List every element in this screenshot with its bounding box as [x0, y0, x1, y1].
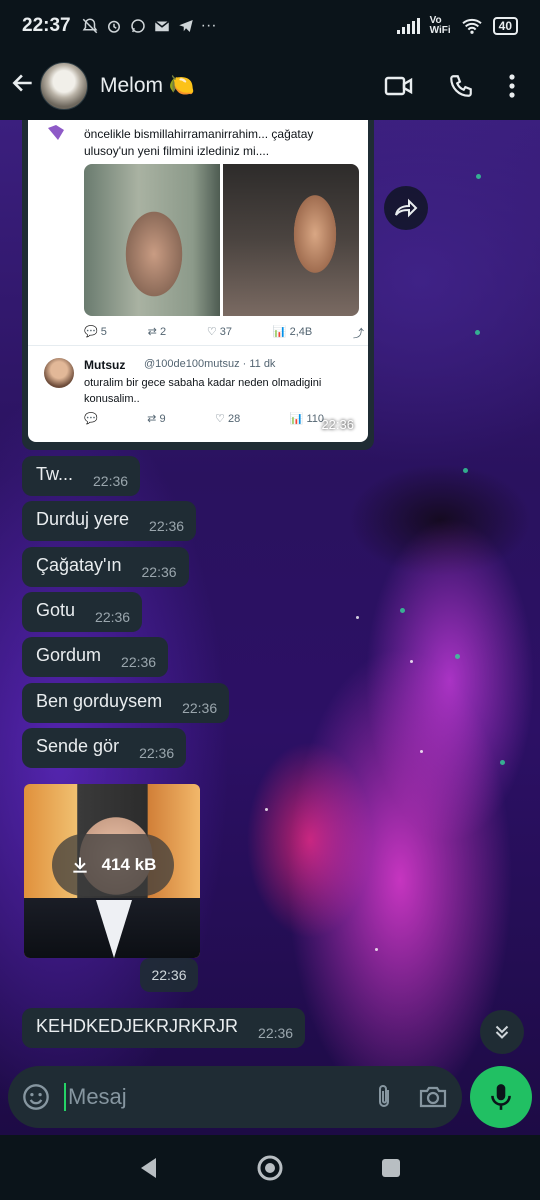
tweet-screenshot: öncelikle bismillahirramanirrahim... çağ… [28, 120, 368, 442]
wifi-label: WiFi [429, 25, 451, 36]
message-text: KEHDKEDJEKRJRKRJR [36, 1016, 239, 1036]
mute-bell-icon [82, 18, 98, 34]
chat-header: Melom 🍋 [0, 52, 540, 120]
volte-wifi-label: Vo WiFi [430, 16, 451, 36]
reply-retweet-count: ⇄ 9 [147, 413, 166, 425]
video-call-icon[interactable] [384, 74, 414, 98]
reply-reply-icon: 💬 [84, 413, 98, 425]
scroll-to-bottom-button[interactable] [480, 1010, 524, 1054]
reply-avatar [44, 358, 74, 388]
reply-like-count: ♡ 28 [215, 413, 241, 425]
view-count: 📊 2,4B [272, 326, 313, 338]
download-button[interactable]: 414 kB [52, 834, 174, 896]
message-time: 22:36 [141, 564, 177, 580]
message-input[interactable]: Mesaj [64, 1083, 350, 1111]
tweet-divider [28, 345, 368, 346]
status-time: 22:37 [22, 15, 71, 36]
contact-avatar[interactable] [40, 62, 88, 110]
message-bubble[interactable]: Gotu 22:36 [22, 592, 143, 632]
forward-button[interactable] [384, 186, 428, 230]
message-time: 22:36 [258, 1025, 294, 1041]
like-count-value: 37 [219, 326, 233, 338]
message-text: Durduj yere [36, 509, 130, 529]
reply-author-handle: @100de100mutsuz · 11 dk [144, 358, 276, 370]
reply-retweet-value: 9 [159, 413, 166, 425]
message-text: Gotu [36, 600, 76, 620]
download-size: 414 kB [101, 855, 157, 874]
reply-like-value: 28 [227, 413, 241, 425]
more-notifications-icon: ··· [200, 17, 217, 34]
retweet-count-value: 2 [159, 326, 167, 338]
battery-indicator: 40 [492, 17, 518, 35]
alarm-icon [107, 20, 120, 33]
voice-call-icon[interactable] [448, 73, 474, 99]
nav-home-icon[interactable] [256, 1154, 284, 1182]
forward-icon [395, 198, 418, 218]
message-bubble[interactable]: Çağatay'ın 22:36 [22, 547, 189, 587]
message-bubble[interactable]: Durduj yere 22:36 [22, 501, 197, 541]
download-icon [72, 857, 87, 873]
reply-author-name: Mutsuz [84, 358, 126, 372]
double-chevron-down-icon [495, 1025, 509, 1039]
message-time: 22:36 [140, 958, 198, 992]
contact-name[interactable]: Melom 🍋 [100, 74, 195, 98]
wifi-icon [461, 18, 482, 34]
voice-message-button[interactable] [470, 1066, 532, 1128]
message-composer: Mesaj [8, 1066, 462, 1128]
reply-count: 💬 5 [84, 326, 107, 338]
emoji-icon[interactable] [22, 1083, 50, 1111]
message-time: 22:36 [182, 700, 218, 716]
message-time: 22:36 [93, 473, 129, 489]
message-bubble[interactable]: Ben gorduysem 22:36 [22, 683, 230, 723]
message-time: 22:36 [95, 609, 131, 625]
reply-count-value: 5 [100, 326, 107, 338]
reply-stats: 💬 ⇄ 9 ♡ 28 📊 110 [84, 412, 324, 425]
status-bar: 22:37 ··· Vo WiFi 40 [0, 0, 540, 52]
nav-recents-icon[interactable] [380, 1157, 402, 1179]
tweet-text: öncelikle bismillahirramanirrahim... çağ… [84, 127, 314, 158]
message-bubble[interactable]: Gordum 22:36 [22, 637, 169, 677]
tweet-photo-right [223, 164, 359, 316]
message-bubble[interactable]: Tw... 22:36 [22, 456, 141, 496]
back-arrow-icon[interactable] [10, 70, 40, 103]
reply-view-count: 📊 110 [289, 413, 324, 425]
text-caret [64, 1083, 66, 1111]
message-text: Çağatay'ın [36, 555, 122, 575]
message-time: 22:36 [139, 745, 175, 761]
message-time: 22:36 [121, 654, 157, 670]
avatar-crystal-icon [48, 125, 64, 140]
view-count-value: 2,4B [289, 326, 313, 338]
microphone-icon [491, 1084, 511, 1110]
camera-icon[interactable] [418, 1084, 448, 1110]
retweet-count: ⇄ 2 [147, 326, 167, 338]
message-text: Ben gorduysem [36, 691, 163, 711]
message-text: Gordum [36, 645, 102, 665]
message-text: Tw... [36, 464, 74, 484]
whatsapp-icon [130, 19, 145, 33]
message-bubble[interactable]: Sende gör 22:36 [22, 728, 187, 768]
attach-icon[interactable] [372, 1083, 396, 1111]
signal-icon [396, 18, 420, 34]
nav-back-icon[interactable] [138, 1156, 160, 1180]
notification-icons: ··· [81, 17, 217, 35]
reply-text: oturalim bir gece sabaha kadar neden olm… [84, 377, 322, 405]
message-time: 22:36 [321, 417, 354, 432]
message-text: Sende gör [36, 736, 120, 756]
system-navigation-bar [0, 1135, 540, 1200]
more-options-icon[interactable] [508, 73, 516, 99]
message-input-placeholder: Mesaj [68, 1084, 127, 1109]
share-icon: ⤴ [353, 328, 364, 340]
image-message[interactable]: öncelikle bismillahirramanirrahim... çağ… [22, 120, 374, 450]
telegram-icon [178, 20, 193, 32]
tweet-stats: 💬 5 ⇄ 2 ♡ 37 📊 2,4B ⤴ [84, 325, 364, 341]
tweet-photo-left [84, 164, 220, 316]
mail-icon [154, 20, 169, 32]
message-time: 22:36 [149, 518, 185, 534]
message-bubble[interactable]: KEHDKEDJEKRJRKRJR 22:36 [22, 1008, 306, 1048]
like-count: ♡ 37 [206, 326, 233, 338]
